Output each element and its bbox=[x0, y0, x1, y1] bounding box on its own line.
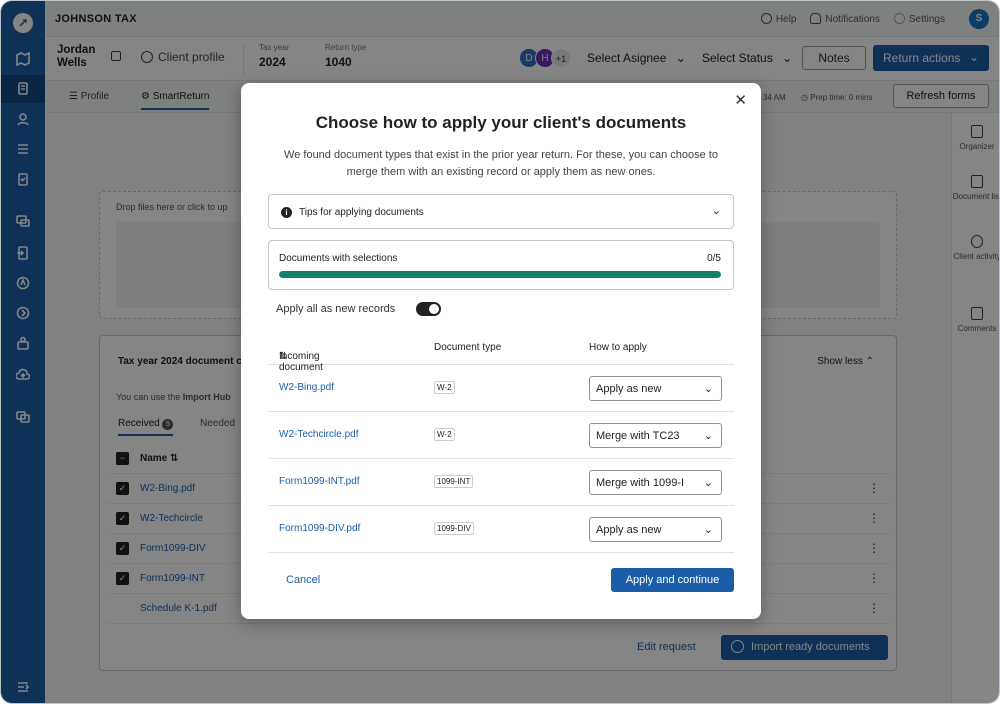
modal-title: Choose how to apply your client's docume… bbox=[315, 113, 687, 132]
documents-table-header: Incoming document ⇅ Document type How to… bbox=[268, 333, 734, 373]
progress-bar bbox=[279, 271, 721, 278]
table-row: W2-Bing.pdf W-2 Apply as new ⌄ bbox=[268, 365, 734, 412]
app-window: ↗ JOHNSON TAX Help Notifications Setting… bbox=[0, 0, 1000, 704]
selected-option: Merge with TC23 bbox=[596, 430, 680, 442]
chevron-down-icon: ⌄ bbox=[700, 429, 713, 442]
info-icon: i bbox=[281, 207, 292, 218]
incoming-document-link[interactable]: Form1099-INT.pdf bbox=[279, 476, 360, 487]
incoming-document-link[interactable]: Form1099-DIV.pdf bbox=[279, 523, 360, 534]
cancel-button[interactable]: Cancel bbox=[286, 574, 320, 586]
apply-and-continue-button[interactable]: Apply and continue bbox=[611, 568, 734, 592]
tips-accordion[interactable]: i Tips for applying documents ⌄ bbox=[268, 194, 734, 229]
document-type-tag: W-2 bbox=[434, 381, 455, 394]
apply-all-label: Apply all as new records bbox=[276, 303, 396, 315]
sort-icon: ⇅ bbox=[279, 351, 288, 362]
how-to-apply-select[interactable]: Merge with 1099-I ⌄ bbox=[589, 470, 722, 495]
selected-option: Apply as new bbox=[596, 524, 662, 536]
progress-label: Documents with selections bbox=[279, 253, 398, 264]
progress-bar-fill bbox=[279, 271, 721, 278]
chevron-down-icon: ⌄ bbox=[700, 476, 713, 489]
progress-count: 0/5 bbox=[707, 253, 721, 264]
incoming-document-link[interactable]: W2-Techcircle.pdf bbox=[279, 429, 358, 440]
how-to-apply-header: How to apply bbox=[589, 342, 647, 353]
incoming-document-link[interactable]: W2-Bing.pdf bbox=[279, 382, 334, 393]
document-type-tag: 1099-INT bbox=[434, 475, 474, 488]
selection-progress: Documents with selections 0/5 bbox=[268, 240, 734, 290]
selected-option: Apply as new bbox=[596, 383, 662, 395]
apply-all-toggle[interactable] bbox=[416, 302, 441, 316]
document-type-header: Document type bbox=[434, 342, 502, 353]
table-row: Form1099-INT.pdf 1099-INT Merge with 109… bbox=[268, 459, 734, 506]
table-row: Form1099-DIV.pdf 1099-DIV Apply as new ⌄ bbox=[268, 506, 734, 553]
close-icon[interactable]: ✕ bbox=[734, 93, 747, 108]
table-row: W2-Techcircle.pdf W-2 Merge with TC23 ⌄ bbox=[268, 412, 734, 459]
chevron-down-icon: ⌄ bbox=[700, 382, 713, 395]
how-to-apply-select[interactable]: Apply as new ⌄ bbox=[589, 517, 722, 542]
how-to-apply-select[interactable]: Apply as new ⌄ bbox=[589, 376, 722, 401]
chevron-down-icon: ⌄ bbox=[700, 523, 713, 536]
toggle-knob bbox=[429, 304, 439, 314]
how-to-apply-select[interactable]: Merge with TC23 ⌄ bbox=[589, 423, 722, 448]
apply-documents-modal: ✕ Choose how to apply your client's docu… bbox=[241, 83, 761, 619]
chevron-down-icon: ⌄ bbox=[711, 205, 721, 217]
document-type-tag: W-2 bbox=[434, 428, 455, 441]
tips-label: Tips for applying documents bbox=[299, 207, 424, 218]
modal-description: We found document types that exist in th… bbox=[284, 149, 718, 178]
document-type-tag: 1099-DIV bbox=[434, 522, 474, 535]
selected-option: Merge with 1099-I bbox=[596, 477, 685, 489]
